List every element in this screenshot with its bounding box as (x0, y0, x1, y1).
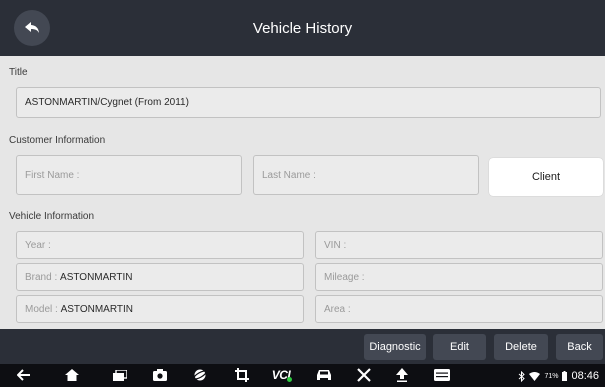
model-field[interactable]: Model : ASTONMARTIN (16, 295, 304, 323)
vehicle-history-form: Title ASTONMARTIN/Cygnet (From 2011) Cus… (0, 56, 605, 329)
battery-percent: 71% (544, 372, 559, 380)
delete-button[interactable]: Delete (494, 334, 548, 360)
last-name-label: Last Name : (262, 169, 316, 181)
model-value: ASTONMARTIN (60, 303, 133, 315)
recent-apps-icon[interactable] (110, 366, 130, 384)
vci-icon[interactable]: VCI (270, 366, 294, 384)
battery-icon (562, 371, 568, 381)
customer-info-label: Customer Information (9, 135, 106, 146)
area-field[interactable]: Area : (315, 295, 603, 323)
title-label: Title (9, 67, 28, 78)
page-title: Vehicle History (252, 20, 353, 37)
diagnostic-button[interactable]: Diagnostic (364, 334, 426, 360)
first-name-label: First Name : (25, 169, 80, 181)
home-icon[interactable] (62, 366, 82, 384)
upload-icon[interactable] (392, 366, 412, 384)
mileage-field[interactable]: Mileage : (315, 263, 603, 291)
year-field[interactable]: Year : (16, 231, 304, 259)
car-icon[interactable] (314, 366, 334, 384)
brand-value: ASTONMARTIN (60, 271, 133, 283)
year-label: Year : (25, 239, 51, 251)
title-field[interactable]: ASTONMARTIN/Cygnet (From 2011) (16, 87, 601, 118)
brand-field[interactable]: Brand : ASTONMARTIN (16, 263, 304, 291)
title-bar: Vehicle History (0, 0, 605, 56)
browser-icon[interactable] (190, 366, 210, 384)
status-area: 71% 08:46 (518, 368, 599, 384)
first-name-field[interactable]: First Name : (16, 155, 242, 195)
screenshot-crop-icon[interactable] (232, 366, 252, 384)
vehicle-info-label: Vehicle Information (9, 211, 95, 222)
action-bar: Diagnostic Edit Delete Back (0, 329, 605, 364)
back-icon[interactable] (14, 366, 34, 384)
model-label: Model : (25, 303, 61, 315)
title-value: ASTONMARTIN/Cygnet (From 2011) (25, 97, 189, 108)
wifi-icon (529, 371, 541, 381)
menu-icon[interactable] (432, 366, 452, 384)
mileage-label: Mileage : (324, 271, 365, 283)
brand-label: Brand : (25, 271, 61, 283)
vin-label: VIN : (324, 239, 347, 251)
clock: 08:46 (571, 370, 599, 382)
area-label: Area : (324, 303, 351, 315)
camera-icon[interactable] (150, 366, 170, 384)
bluetooth-icon (519, 370, 526, 382)
edit-button[interactable]: Edit (433, 334, 486, 360)
system-bar: VCI 71% 08:46 (0, 364, 605, 387)
last-name-field[interactable]: Last Name : (253, 155, 479, 195)
client-button[interactable]: Client (489, 158, 603, 196)
back-button[interactable]: Back (556, 334, 603, 360)
vin-field[interactable]: VIN : (315, 231, 603, 259)
tools-icon[interactable] (354, 366, 374, 384)
